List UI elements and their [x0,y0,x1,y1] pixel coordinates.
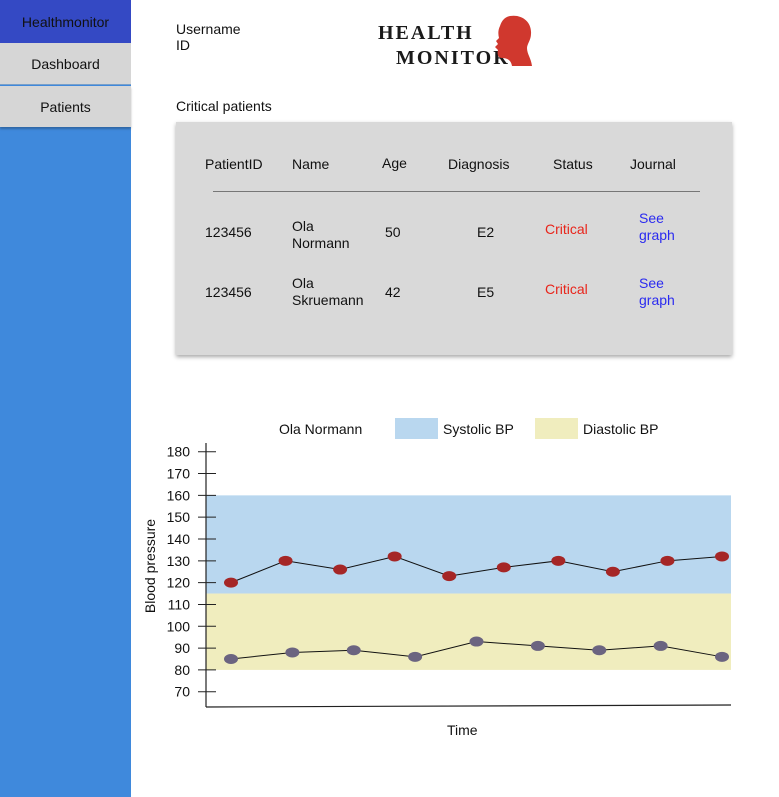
diastolic-point [592,645,607,656]
systolic-band [206,495,731,594]
y-tick-label: 170 [167,466,191,482]
diastolic-point [653,640,668,651]
y-tick-label: 130 [167,553,191,569]
diastolic-point [469,636,484,647]
diastolic-point [715,651,729,662]
x-axis [205,704,732,708]
diastolic-point [224,654,238,664]
systolic-point [551,555,566,566]
systolic-point [224,577,238,588]
systolic-point [278,555,293,566]
systolic-point [387,551,402,562]
systolic-point [496,562,511,573]
diastolic-point [285,647,300,658]
y-tick-label: 80 [174,662,190,678]
y-tick-label: 120 [167,575,191,591]
y-tick-label: 70 [174,684,190,700]
y-tick-label: 100 [167,618,191,634]
y-tick-label: 160 [167,487,191,503]
systolic-point [660,555,675,566]
systolic-point [605,566,620,577]
diastolic-point [346,645,361,656]
y-tick-label: 110 [168,596,191,612]
diastolic-point [408,651,423,662]
y-axis-title: Blood pressure [142,518,158,614]
y-tick-label: 90 [174,640,190,656]
y-tick-label: 150 [167,509,191,525]
x-axis-title: Time [447,722,478,738]
systolic-point [442,571,457,582]
diastolic-band [206,593,731,670]
y-tick-label: 180 [167,444,191,460]
systolic-point [715,551,729,562]
y-tick-label: 140 [167,531,191,547]
systolic-point [333,564,348,575]
diastolic-point [530,640,545,651]
blood-pressure-chart: 70 80 90 100 110 120 130 140 150 160 170 180 [167,443,732,708]
